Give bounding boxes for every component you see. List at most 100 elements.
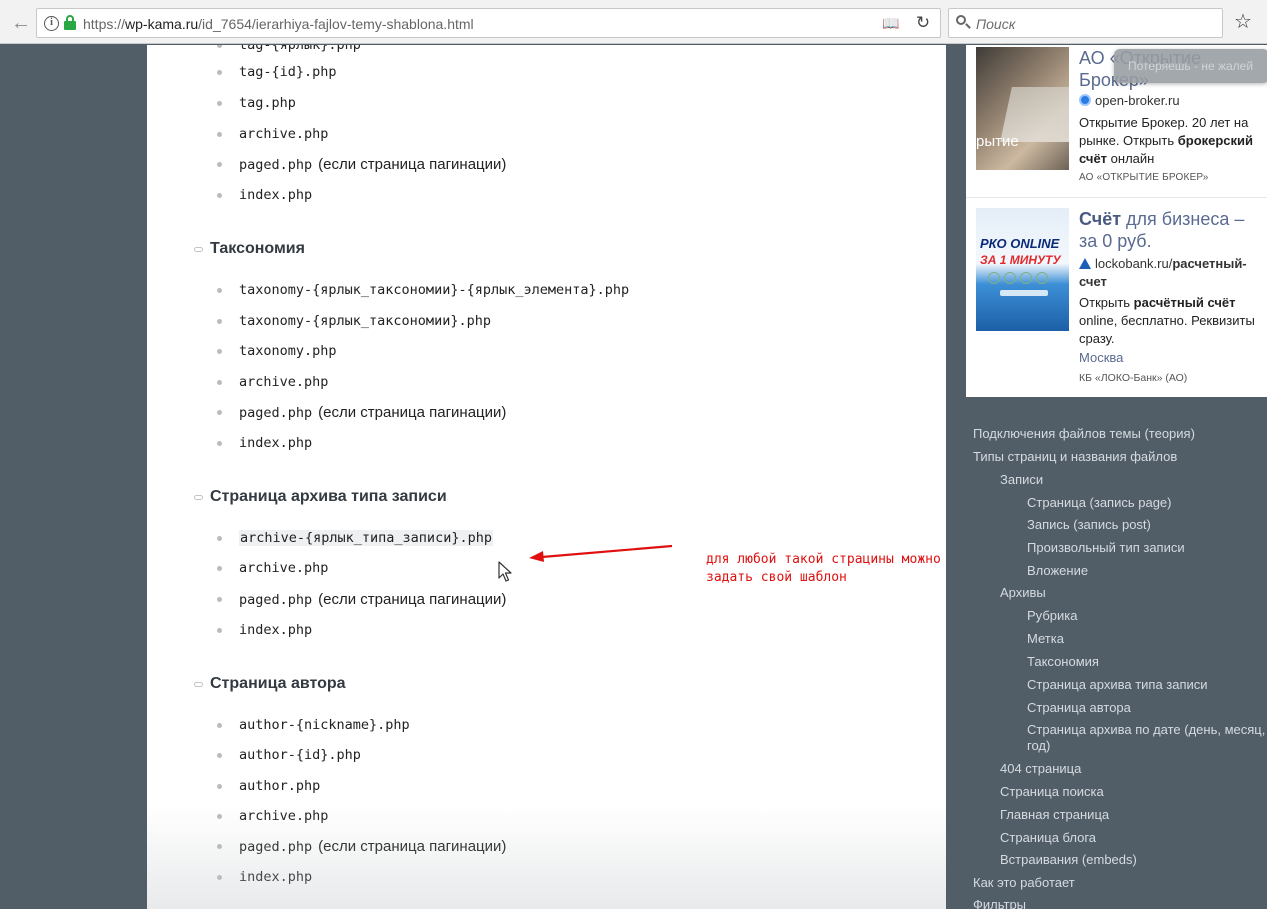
annotation-arrow-icon xyxy=(529,544,673,562)
bullet xyxy=(217,162,222,167)
toc-link[interactable]: Страница поиска xyxy=(1000,784,1104,799)
reader-view-icon[interactable]: 📖 xyxy=(882,15,900,31)
ad-popup[interactable]: Потеряешь - не жалей xyxy=(1114,49,1267,83)
code-filename: author.php xyxy=(239,778,321,794)
code-filename: author-{id}.php xyxy=(239,747,361,763)
mouse-pointer-icon xyxy=(498,561,512,582)
bullet xyxy=(217,380,222,385)
toc-link[interactable]: Типы страниц и названия файлов xyxy=(973,449,1177,464)
toc-link[interactable]: Страница блога xyxy=(1000,830,1096,845)
code-filename: taxonomy-{ярлык_таксономии}-{ярлык_элеме… xyxy=(239,282,630,298)
search-bar[interactable]: Поиск xyxy=(948,8,1223,38)
bullet xyxy=(217,349,222,354)
annotation-line: для любой такой страцины можно xyxy=(706,552,941,567)
toc-link[interactable]: Подключения файлов темы (теория) xyxy=(973,426,1195,441)
bullet xyxy=(217,566,222,571)
bullet xyxy=(217,193,222,198)
toc-link[interactable]: Страница автора xyxy=(1027,700,1131,715)
code-filename: paged.php (если страница пагинации) xyxy=(239,591,507,608)
anchor-link-icon[interactable] xyxy=(194,682,203,687)
bullet xyxy=(217,875,222,880)
ad-image-text: рытие xyxy=(976,133,1019,150)
annotation-text: для любой такой страцины можно задать св… xyxy=(706,551,941,587)
anchor-link-icon[interactable] xyxy=(194,247,203,252)
toc-link[interactable]: Страница архива по дате (день, месяц, xyxy=(1027,722,1265,737)
bullet xyxy=(217,628,222,633)
search-icon xyxy=(956,15,971,29)
code-filename: index.php xyxy=(239,435,313,451)
ad-organization: АО «ОТКРЫТИЕ БРОКЕР» xyxy=(1079,172,1209,183)
ad-host-link[interactable]: open-broker.ru xyxy=(1079,93,1180,108)
toc-link[interactable]: Архивы xyxy=(1000,585,1046,600)
toc-link[interactable]: Запись (запись post) xyxy=(1027,517,1151,532)
code-filename: index.php xyxy=(239,187,313,203)
toc-link[interactable]: Записи xyxy=(1000,472,1043,487)
toc-link[interactable]: Метка xyxy=(1027,631,1064,646)
note-text: (если страница пагинации) xyxy=(318,591,507,608)
toc-link[interactable]: Главная страница xyxy=(1000,807,1109,822)
bullet xyxy=(217,132,222,137)
lock-icon[interactable] xyxy=(64,15,76,31)
bullet xyxy=(217,410,222,415)
reload-icon[interactable]: ↻ xyxy=(914,13,932,33)
bullet xyxy=(217,814,222,819)
ad-image[interactable]: рытие xyxy=(976,47,1069,170)
toc-link[interactable]: Вложение xyxy=(1027,563,1088,578)
toc-link[interactable]: Страница (запись page) xyxy=(1027,495,1172,510)
bullet xyxy=(217,45,222,48)
code-filename: tag.php xyxy=(239,95,296,111)
toc-link[interactable]: 404 страница xyxy=(1000,761,1081,776)
ad-title[interactable]: Счёт для бизнеса – за 0 руб. xyxy=(1079,208,1265,252)
info-icon[interactable]: i xyxy=(44,16,59,31)
code-filename: archive-{ярлык_типа_записи}.php xyxy=(239,530,493,546)
ad-image[interactable]: РКО ONLINE ЗА 1 МИНУТУ xyxy=(976,208,1069,331)
url-text[interactable]: https://wp-kama.ru/id_7654/ierarhiya-faj… xyxy=(83,16,474,32)
ad-image-text: ЗА 1 МИНУТУ xyxy=(980,253,1061,267)
code-filename: archive.php xyxy=(239,560,329,576)
bullet xyxy=(217,288,222,293)
bullet xyxy=(217,441,222,446)
toc-link[interactable]: год) xyxy=(1027,738,1050,753)
ad-image-text: РКО ONLINE xyxy=(980,236,1060,251)
ad-host-link[interactable]: lockobank.ru/расчетный-счет xyxy=(1079,255,1265,291)
code-filename: index.php xyxy=(239,869,313,885)
code-filename: paged.php (если страница пагинации) xyxy=(239,838,507,855)
bullet xyxy=(217,753,222,758)
back-arrow-icon[interactable]: ← xyxy=(8,10,34,36)
code-filename: tag-{id}.php xyxy=(239,64,337,80)
favicon-icon xyxy=(1079,258,1091,269)
ad-city: Москва xyxy=(1079,350,1124,365)
bullet xyxy=(217,536,222,541)
ad-block: рытие АО «ОткрытиеБрокер» open-broker.ru… xyxy=(966,45,1267,397)
bookmark-star-icon[interactable]: ☆ xyxy=(1234,9,1252,34)
address-bar[interactable]: i https://wp-kama.ru/id_7654/ierarhiya-f… xyxy=(36,8,941,38)
toc-link[interactable]: Таксономия xyxy=(1027,654,1099,669)
toc-link[interactable]: Рубрика xyxy=(1027,608,1077,623)
code-filename: taxonomy-{ярлык_таксономии}.php xyxy=(239,313,491,329)
code-filename: taxonomy.php xyxy=(239,343,337,359)
code-filename: paged.php (если страница пагинации) xyxy=(239,404,507,421)
bullet xyxy=(217,723,222,728)
browser-toolbar: ← i https://wp-kama.ru/id_7654/ierarhiya… xyxy=(0,0,1267,44)
toc-link[interactable]: Фильтры xyxy=(973,897,1026,909)
code-filename: index.php xyxy=(239,622,313,638)
toc-link[interactable]: Как это работает xyxy=(973,875,1075,890)
anchor-link-icon[interactable] xyxy=(194,495,203,500)
note-text: (если страница пагинации) xyxy=(318,838,507,855)
ad-divider xyxy=(966,197,1267,198)
bullet xyxy=(217,844,222,849)
code-filename: paged.php (если страница пагинации) xyxy=(239,156,507,173)
code-filename: archive.php xyxy=(239,374,329,390)
bullet xyxy=(217,70,222,75)
code-filename: author-{nickname}.php xyxy=(239,717,410,733)
annotation-line: задать свой шаблон xyxy=(706,570,847,585)
note-text: (если страница пагинации) xyxy=(318,156,507,173)
toc-link[interactable]: Страница архива типа записи xyxy=(1027,677,1208,692)
code-filename: tag-{ярлык}.php xyxy=(239,45,361,53)
code-filename: archive.php xyxy=(239,126,329,142)
search-placeholder[interactable]: Поиск xyxy=(976,16,1015,32)
toc-link[interactable]: Встраивания (embeds) xyxy=(1000,852,1137,867)
toc-link[interactable]: Произвольный тип записи xyxy=(1027,540,1185,555)
ad-description: Открытие Брокер. 20 лет на рынке. Открыт… xyxy=(1079,115,1254,166)
favicon-icon xyxy=(1079,94,1091,106)
